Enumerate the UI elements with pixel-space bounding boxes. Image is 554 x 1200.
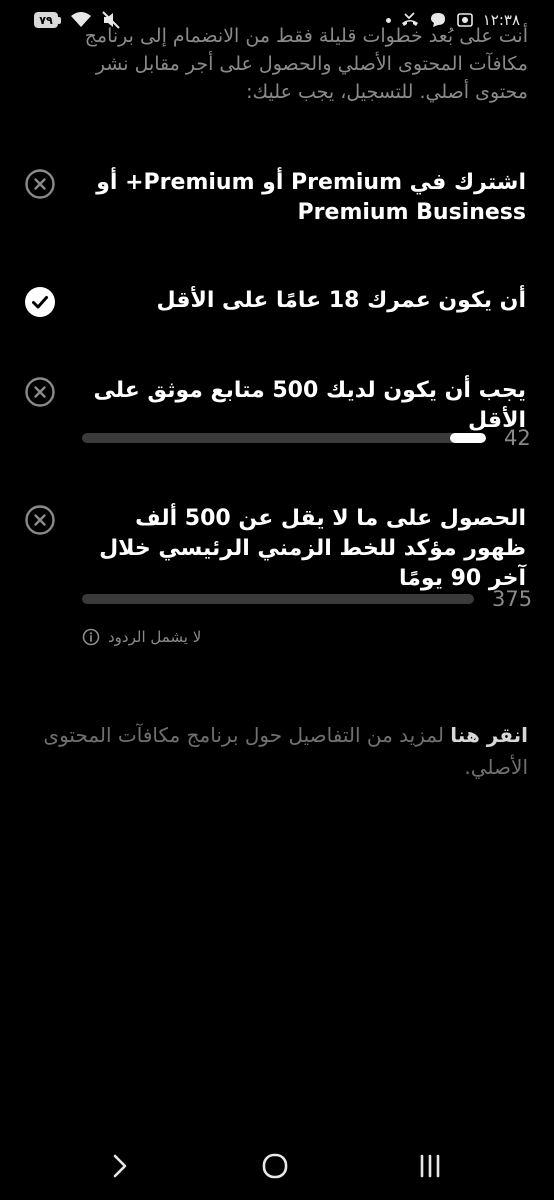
- home-circle-icon: [262, 1153, 288, 1179]
- status-time: ١٢:٣٨: [482, 11, 520, 29]
- followers-progress: 42: [82, 426, 531, 450]
- notification-dot: [385, 17, 391, 23]
- requirement-impressions: الحصول على ما لا يقل عن 500 ألف ظهور مؤك…: [24, 504, 526, 594]
- note-text: لا يشمل الردود: [108, 628, 202, 646]
- progress-fill: [449, 433, 486, 443]
- back-button[interactable]: [98, 1148, 142, 1184]
- progress-value: 42: [504, 426, 531, 450]
- missed-call-icon: [401, 12, 418, 26]
- requirement-text: اشترك في Premium أو Premium+ أو Premium …: [96, 170, 526, 225]
- x-circle-icon: [24, 376, 56, 408]
- progress-value: 375: [492, 587, 533, 611]
- learn-more-paragraph: انقر هنا لمزيد من التفاصيل حول برنامج مك…: [28, 719, 528, 783]
- x-circle-icon: [24, 504, 56, 536]
- battery-level: ٧٩: [34, 12, 58, 28]
- requirement-age: أن يكون عمرك 18 عامًا على الأقل: [24, 286, 526, 318]
- status-right: ١٢:٣٨: [385, 11, 520, 29]
- wifi-icon: [71, 12, 91, 27]
- mute-icon: [102, 11, 120, 29]
- progress-track: [82, 594, 474, 604]
- check-circle-icon: [24, 286, 56, 318]
- screenshot-icon: [456, 13, 473, 27]
- battery-icon: ٧٩: [34, 12, 61, 28]
- requirement-text: أن يكون عمرك 18 عامًا على الأقل: [156, 288, 526, 313]
- status-bar: ٧٩ ١٢:٣٨: [0, 0, 554, 40]
- requirement-subscription: اشترك في Premium أو Premium+ أو Premium …: [24, 168, 526, 228]
- click-here-link[interactable]: انقر هنا: [450, 723, 528, 747]
- recents-button[interactable]: [408, 1148, 452, 1184]
- replies-note: لا يشمل الردود: [82, 628, 201, 646]
- home-button[interactable]: [253, 1148, 297, 1184]
- requirement-text: الحصول على ما لا يقل عن 500 ألف ظهور مؤك…: [99, 506, 526, 591]
- progress-track: [82, 433, 486, 443]
- impressions-progress: 375: [82, 587, 532, 611]
- status-left: ٧٩: [34, 10, 121, 30]
- chevron-right-icon: [113, 1154, 127, 1178]
- system-nav-bar: [0, 1128, 554, 1200]
- recents-icon: [420, 1154, 440, 1178]
- info-icon: [82, 628, 100, 646]
- chat-icon: [430, 13, 445, 27]
- x-circle-icon: [24, 168, 56, 200]
